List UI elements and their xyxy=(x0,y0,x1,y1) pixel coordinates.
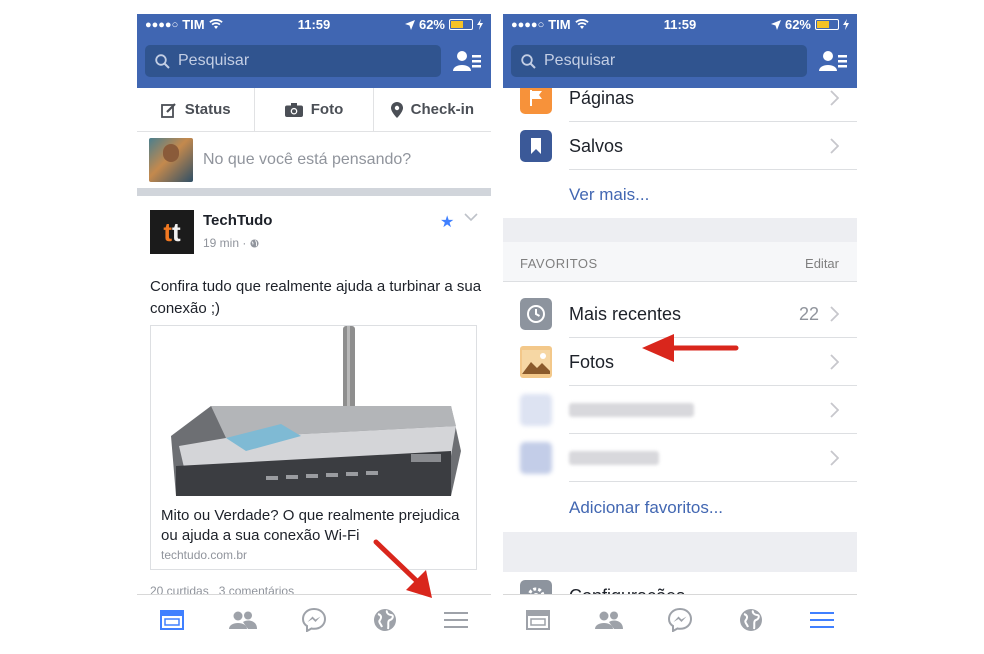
status-button[interactable]: Status xyxy=(137,88,256,131)
user-avatar xyxy=(149,138,193,182)
tab-friends[interactable] xyxy=(574,595,645,644)
tab-messenger[interactable] xyxy=(645,595,716,644)
post-timestamp: 19 min · xyxy=(203,236,259,250)
add-favorites-link[interactable]: Adicionar favoritos... xyxy=(569,498,723,518)
top-bar: ●●●●○ TIM 11:59 62% Pesquisar xyxy=(137,14,491,88)
red-arrow-to-menu xyxy=(373,539,432,598)
search-placeholder: Pesquisar xyxy=(178,52,250,69)
section-spacer xyxy=(503,218,857,242)
location-arrow-icon xyxy=(404,19,415,30)
chevron-right-icon xyxy=(830,138,839,154)
menu-item-saved[interactable]: Salvos xyxy=(503,122,857,170)
photo-button[interactable]: Foto xyxy=(255,88,374,131)
gear-icon xyxy=(520,580,552,594)
menu-icon xyxy=(809,611,834,628)
chevron-right-icon xyxy=(830,450,839,466)
star-icon[interactable]: ★ xyxy=(440,212,454,232)
most-recent-count: 22 xyxy=(798,304,819,324)
feed-divider xyxy=(137,188,491,196)
status-placeholder: No que você está pensando? xyxy=(203,151,412,168)
post-author[interactable]: TechTudo xyxy=(203,212,272,229)
globe-icon xyxy=(373,608,396,631)
camera-icon xyxy=(284,102,303,117)
edit-favorites-button[interactable]: Editar xyxy=(805,256,839,271)
status-composer[interactable]: No que você está pensando? xyxy=(137,132,491,188)
section-spacer xyxy=(503,532,857,572)
chevron-right-icon xyxy=(830,354,839,370)
tab-friends[interactable] xyxy=(208,595,279,644)
friend-requests-icon[interactable] xyxy=(453,49,481,75)
charging-icon xyxy=(477,19,483,30)
menu-item-blurred-1[interactable] xyxy=(503,386,857,434)
globe-icon xyxy=(739,608,762,631)
blurred-icon xyxy=(520,394,552,426)
search-placeholder: Pesquisar xyxy=(544,52,616,69)
checkin-button[interactable]: Check-in xyxy=(374,88,491,131)
news-feed-icon xyxy=(526,609,551,630)
friends-icon xyxy=(229,611,258,629)
search-icon xyxy=(521,53,536,69)
search-input[interactable]: Pesquisar xyxy=(511,45,807,77)
clock-icon xyxy=(520,298,552,330)
top-bar: ●●●●○ TIM 11:59 62% Pesquisar xyxy=(503,14,857,88)
blurred-label xyxy=(569,451,659,465)
globe-small-icon xyxy=(250,239,259,248)
tab-menu[interactable] xyxy=(786,595,857,644)
flag-icon xyxy=(520,88,552,114)
menu-item-blurred-2[interactable] xyxy=(503,434,857,482)
location-pin-icon xyxy=(390,101,403,118)
blurred-label xyxy=(569,403,694,417)
messenger-icon xyxy=(301,607,326,632)
tab-bar xyxy=(503,594,857,644)
tab-news-feed[interactable] xyxy=(503,595,574,644)
bookmark-icon xyxy=(520,130,552,162)
charging-icon xyxy=(843,19,849,30)
techtudo-logo[interactable]: tt xyxy=(150,210,194,254)
phone-menu: ●●●●○ TIM 11:59 62% Pesquisar Páginas Sa… xyxy=(503,14,857,644)
location-arrow-icon xyxy=(770,19,781,30)
status-bar: ●●●●○ TIM 11:59 62% xyxy=(503,17,857,33)
photos-icon xyxy=(520,346,552,378)
post-text: Confira tudo que realmente ajuda a turbi… xyxy=(150,278,482,317)
battery-percent: 62% xyxy=(418,17,445,32)
red-arrow-to-photos xyxy=(642,334,739,362)
link-domain: techtudo.com.br xyxy=(161,548,248,562)
composer-actions: Status Foto Check-in xyxy=(137,88,491,132)
tab-news-feed[interactable] xyxy=(137,595,208,644)
feed-post: tt TechTudo 19 min · ★ Confira tudo que … xyxy=(137,196,491,598)
menu-item-settings[interactable]: Configurações xyxy=(503,572,857,594)
menu-item-pages[interactable]: Páginas xyxy=(503,88,857,122)
tab-messenger[interactable] xyxy=(279,595,350,644)
messenger-icon xyxy=(667,607,692,632)
chevron-right-icon xyxy=(830,306,839,322)
friends-icon xyxy=(595,611,624,629)
router-image xyxy=(151,326,476,496)
news-feed-icon xyxy=(160,609,185,630)
friend-requests-icon[interactable] xyxy=(819,49,847,75)
see-more-link[interactable]: Ver mais... xyxy=(569,185,649,205)
link-preview[interactable]: Mito ou Verdade? O que realmente prejudi… xyxy=(150,325,477,570)
search-icon xyxy=(155,53,170,69)
chevron-down-icon[interactable] xyxy=(464,212,478,222)
chevron-right-icon xyxy=(830,90,839,106)
chevron-right-icon xyxy=(830,402,839,418)
edit-icon xyxy=(160,102,176,118)
search-input[interactable]: Pesquisar xyxy=(145,45,441,77)
battery-icon xyxy=(815,19,839,30)
battery-icon xyxy=(449,19,473,30)
tab-notifications[interactable] xyxy=(715,595,786,644)
blurred-icon xyxy=(520,442,552,474)
menu-icon xyxy=(443,611,468,628)
battery-percent: 62% xyxy=(784,17,811,32)
status-bar: ●●●●○ TIM 11:59 62% xyxy=(137,17,491,33)
favorites-header: FAVORITOS Editar xyxy=(503,242,857,282)
